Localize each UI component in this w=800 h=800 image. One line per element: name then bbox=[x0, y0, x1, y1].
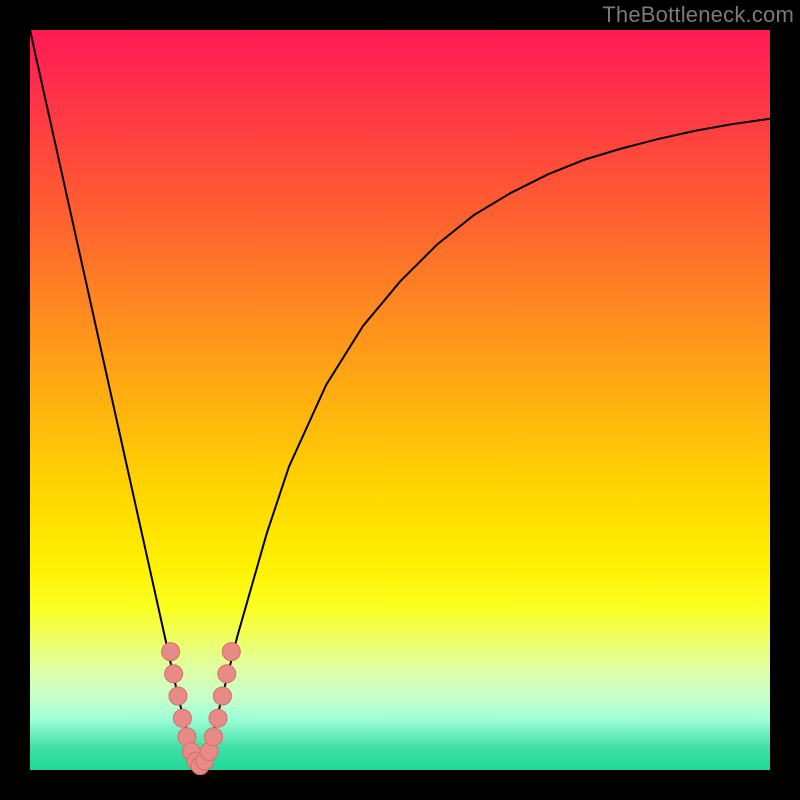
watermark-text: TheBottleneck.com bbox=[602, 2, 794, 28]
data-marker bbox=[205, 728, 223, 746]
curve-layer bbox=[30, 30, 770, 770]
bottleneck-curve bbox=[30, 30, 770, 770]
data-marker bbox=[222, 643, 240, 661]
data-marker bbox=[165, 665, 183, 683]
data-marker bbox=[162, 643, 180, 661]
data-marker bbox=[169, 687, 187, 705]
data-marker bbox=[173, 709, 191, 727]
data-marker bbox=[218, 665, 236, 683]
data-marker bbox=[209, 709, 227, 727]
chart-svg bbox=[30, 30, 770, 770]
marker-layer bbox=[162, 643, 241, 775]
chart-frame: TheBottleneck.com bbox=[0, 0, 800, 800]
data-marker bbox=[213, 687, 231, 705]
